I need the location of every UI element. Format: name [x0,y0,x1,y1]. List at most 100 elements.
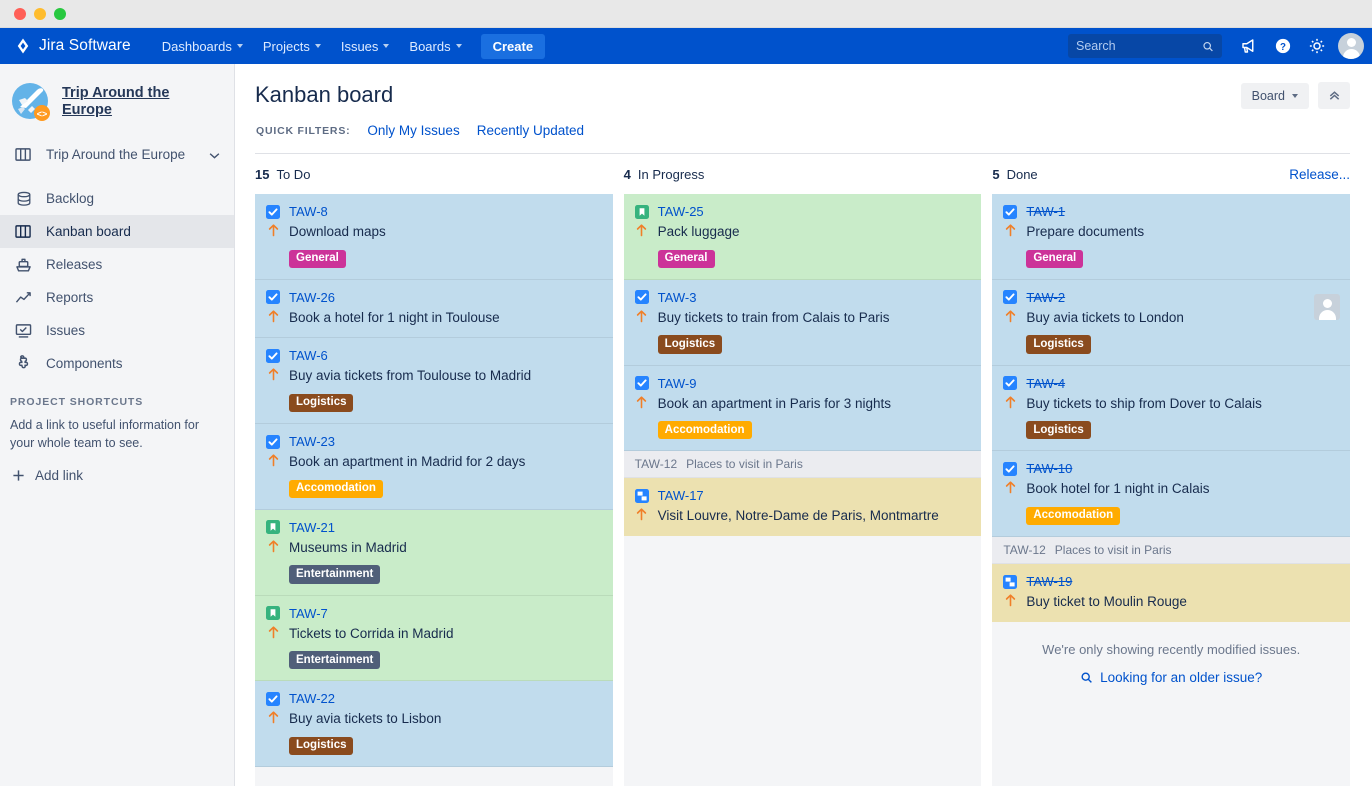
sidebar-item-label: Issues [46,323,86,338]
board-menu-button[interactable]: Board [1240,82,1309,109]
issue-card[interactable]: TAW-3 Buy tickets to train from Calais to… [623,279,982,366]
issue-card[interactable]: TAW-8 Download maps General [255,194,613,280]
project-shortcuts-description: Add a link to useful information for you… [10,418,199,451]
quick-filter-recently-updated[interactable]: Recently Updated [477,123,584,138]
issue-label[interactable]: General [289,249,346,268]
project-title[interactable]: Trip Around the Europe [62,85,220,120]
issue-card[interactable]: TAW-22 Buy avia tickets to Lisbon Logistic… [255,681,613,768]
issue-key[interactable]: TAW-21 [289,520,335,535]
priority-medium-icon [268,626,278,638]
issue-labels: Logistics [289,393,602,413]
issue-key[interactable]: TAW-2 [1026,290,1065,305]
older-issue-link[interactable]: Looking for an older issue? [1004,670,1338,685]
issue-card[interactable]: TAW-4 Buy tickets to ship from Dover to C… [992,365,1351,452]
issue-label[interactable]: Accomodation [289,479,383,498]
brand-name: Jira Software [39,37,131,54]
sidebar-item-label: Components [46,356,123,371]
issue-label[interactable]: Logistics [657,335,723,354]
issue-card[interactable]: TAW-2 Buy avia tickets to London Logistics [992,279,1351,366]
window-minimize-button[interactable] [34,7,46,20]
issue-key[interactable]: TAW-3 [658,290,697,305]
epic-group-header[interactable]: TAW-12 Places to visit in Paris [992,537,1351,565]
issue-card[interactable]: TAW-9 Book an apartment in Paris for 3 ni… [623,365,982,452]
nav-item-dashboards[interactable]: Dashboards [153,33,252,60]
issue-label[interactable]: Logistics [289,393,354,413]
sidebar-item-components[interactable]: Components [0,347,234,380]
sidebar-item-reports[interactable]: Reports [0,281,234,314]
issue-key[interactable]: TAW-19 [1026,574,1072,589]
collapse-header-button[interactable] [1318,82,1350,109]
issue-type-icon [1003,204,1018,219]
issue-card[interactable]: TAW-26 Book a hotel for 1 night in Toulou… [255,279,613,339]
epic-group-header[interactable]: TAW-12 Places to visit in Paris [623,451,982,479]
issue-key[interactable]: TAW-1 [1026,204,1065,219]
column-header-done: 5 Done Release... [992,167,1350,182]
issue-key[interactable]: TAW-22 [289,691,335,706]
assignee-avatar[interactable] [1314,293,1341,320]
search-box[interactable] [1068,34,1222,58]
nav-item-issues[interactable]: Issues [332,33,399,60]
priority-medium-icon [636,395,647,408]
issue-label[interactable]: Accomodation [657,421,752,440]
issue-key[interactable]: TAW-7 [289,606,328,621]
priority-medium-icon [1005,594,1016,607]
quick-filter-only-my-issues[interactable]: Only My Issues [367,123,459,138]
issue-key[interactable]: TAW-17 [658,488,704,503]
issue-card-summary-row: Buy tickets to ship from Dover to Calais [1003,394,1339,413]
issue-card-summary-row: Book an apartment in Madrid for 2 days [266,452,602,471]
issue-label[interactable]: Accomodation [1026,506,1121,526]
column-count: 5 [992,166,1000,182]
sidebar-item-backlog[interactable]: Backlog [0,182,234,215]
issue-label[interactable]: Logistics [1026,421,1091,440]
sidebar-item-releases[interactable]: Releases [0,248,234,281]
issue-card[interactable]: TAW-21 Museums in Madrid Entertainment [255,509,613,596]
issue-card[interactable]: TAW-6 Buy avia tickets from Toulouse to M… [255,338,613,425]
issue-key[interactable]: TAW-6 [289,348,328,363]
issue-card[interactable]: TAW-7 Tickets to Corrida in Madrid Enterta… [255,595,613,682]
announcements-button[interactable] [1234,31,1264,61]
issue-key[interactable]: TAW-25 [658,204,704,219]
help-icon: ? [1275,38,1291,54]
issue-card[interactable]: TAW-1 Prepare documents General [992,194,1351,280]
create-button[interactable]: Create [480,33,546,59]
issue-key[interactable]: TAW-10 [1026,461,1072,476]
issue-card-summary-row: Book hotel for 1 night in Calais [1003,479,1339,498]
issue-label[interactable]: Logistics [289,736,354,756]
issue-labels: Accomodation [657,421,971,440]
settings-button[interactable] [1302,31,1332,61]
issue-label[interactable]: Logistics [1026,335,1091,354]
jira-brand[interactable]: Jira Software [14,37,131,55]
board-header-buttons: Board [1240,82,1350,109]
nav-item-boards[interactable]: Boards [400,33,470,60]
svg-text:<>: <> [37,109,48,119]
issue-card[interactable]: TAW-17 Visit Louvre, Notre-Dame de Paris,… [623,478,982,536]
issue-label[interactable]: General [1026,249,1084,268]
help-button[interactable]: ? [1268,31,1298,61]
issue-card[interactable]: TAW-23 Book an apartment in Madrid for 2 … [255,424,613,510]
issue-label[interactable]: General [657,249,715,268]
add-link-button[interactable]: Add link [0,452,234,483]
issue-priority-icon [266,452,280,467]
nav-item-projects[interactable]: Projects [254,33,330,60]
issue-card[interactable]: TAW-19 Buy ticket to Moulin Rouge [992,564,1351,622]
project-switcher[interactable]: Trip Around the Europe [0,138,234,171]
chevron-down-icon [314,44,321,48]
issue-key[interactable]: TAW-8 [289,204,328,219]
issue-label[interactable]: Entertainment [289,651,381,670]
issue-key[interactable]: TAW-9 [658,376,697,391]
window-close-button[interactable] [14,7,26,20]
release-link[interactable]: Release... [1289,167,1350,182]
issue-card[interactable]: TAW-25 Pack luggage General [623,194,982,280]
issue-priority-icon [266,538,280,553]
sidebar-item-kanban-board[interactable]: Kanban board [0,215,234,248]
window-maximize-button[interactable] [54,7,66,20]
issue-key[interactable]: TAW-4 [1026,376,1065,391]
issue-card[interactable]: TAW-10 Book hotel for 1 night in Calais Ac… [992,451,1351,538]
sidebar-item-issues[interactable]: Issues [0,314,234,347]
issue-key[interactable]: TAW-23 [289,434,335,449]
user-avatar[interactable] [1338,33,1364,59]
search-input[interactable] [1076,39,1203,53]
issue-type-icon [634,290,649,305]
issue-key[interactable]: TAW-26 [289,290,335,305]
issue-label[interactable]: Entertainment [289,565,381,584]
